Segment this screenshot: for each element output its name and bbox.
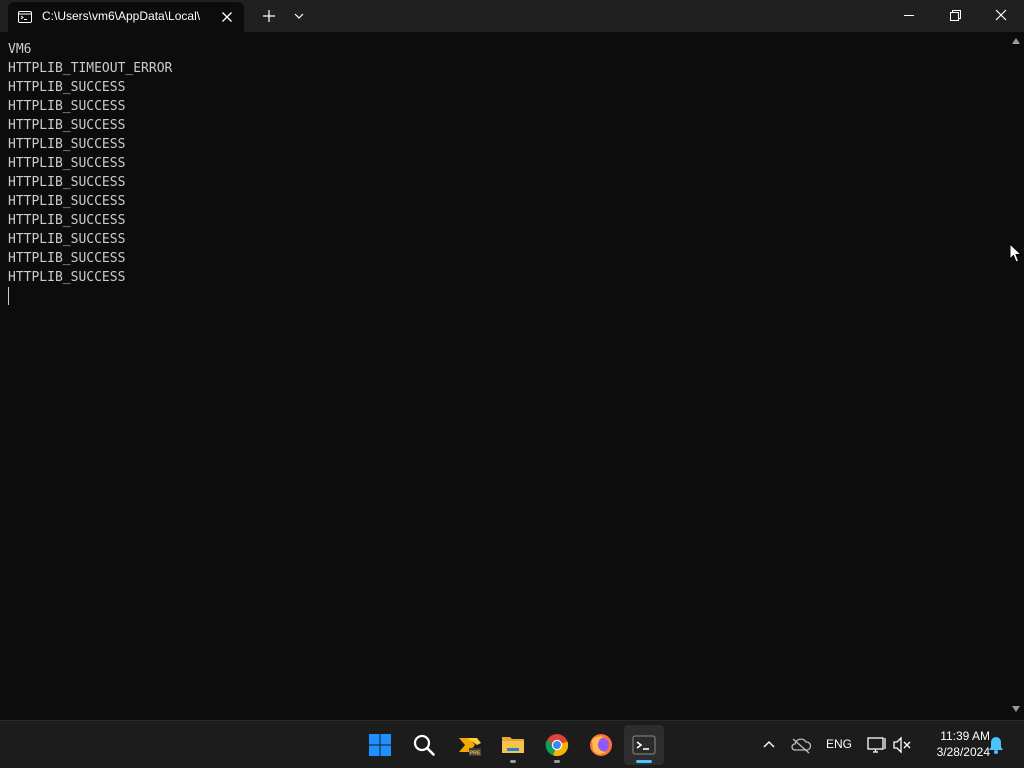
running-indicator xyxy=(510,760,516,763)
file-explorer-app[interactable] xyxy=(493,725,533,765)
active-indicator xyxy=(636,760,652,763)
terminal-tab-icon xyxy=(18,11,32,23)
search-button[interactable] xyxy=(404,725,444,765)
terminal-app[interactable] xyxy=(624,725,664,765)
output-line: HTTPLIB_TIMEOUT_ERROR xyxy=(8,61,173,76)
windows-logo-icon xyxy=(369,734,391,756)
output-line: HTTPLIB_SUCCESS xyxy=(8,156,126,171)
chevron-up-icon[interactable] xyxy=(760,735,778,755)
minimize-button[interactable] xyxy=(886,0,932,32)
power-automate-icon: PRE xyxy=(459,738,481,757)
chrome-icon xyxy=(545,734,569,757)
start-button[interactable] xyxy=(360,725,400,765)
language-indicator[interactable]: ENG xyxy=(826,737,852,751)
clock[interactable]: 11:39 AM 3/28/2024 xyxy=(918,728,990,760)
folder-icon xyxy=(502,737,524,753)
terminal-tab[interactable]: C:\Users\vm6\AppData\Local\ xyxy=(8,2,244,32)
output-line: HTTPLIB_SUCCESS xyxy=(8,175,126,190)
firefox-icon xyxy=(590,734,612,756)
close-tab-icon[interactable] xyxy=(218,8,236,26)
terminal-output[interactable]: VM6 HTTPLIB_TIMEOUT_ERROR HTTPLIB_SUCCES… xyxy=(0,32,1008,720)
power-automate-app[interactable]: PRE xyxy=(449,725,489,765)
cloud-offline-icon[interactable] xyxy=(790,735,812,755)
vertical-scrollbar[interactable] xyxy=(1008,32,1024,720)
output-line: HTTPLIB_SUCCESS xyxy=(8,194,126,209)
output-line: HTTPLIB_SUCCESS xyxy=(8,213,126,228)
search-icon xyxy=(413,734,435,756)
output-line: HTTPLIB_SUCCESS xyxy=(8,99,126,114)
chevron-down-icon[interactable] xyxy=(289,5,309,27)
output-line: HTTPLIB_SUCCESS xyxy=(8,137,126,152)
new-tab-icon[interactable] xyxy=(258,5,280,27)
output-lines: VM6 HTTPLIB_TIMEOUT_ERROR HTTPLIB_SUCCES… xyxy=(8,40,172,287)
scroll-down-arrow-icon[interactable] xyxy=(1011,704,1021,714)
output-line: VM6 xyxy=(8,42,32,57)
output-line: HTTPLIB_SUCCESS xyxy=(8,80,126,95)
terminal-icon xyxy=(632,735,656,755)
mouse-pointer-icon xyxy=(1009,243,1023,263)
chrome-app[interactable] xyxy=(537,725,577,765)
restore-button[interactable] xyxy=(932,0,978,32)
taskbar: PRE ENG 11:39 AM 3/28/2024 xyxy=(0,720,1024,768)
output-line: HTTPLIB_SUCCESS xyxy=(8,270,126,285)
network-icon[interactable] xyxy=(866,735,888,755)
tab-title: C:\Users\vm6\AppData\Local\ xyxy=(42,9,201,23)
svg-text:PRE: PRE xyxy=(469,751,481,757)
output-line: HTTPLIB_SUCCESS xyxy=(8,118,126,133)
clock-time: 11:39 AM xyxy=(940,729,990,743)
volume-muted-icon[interactable] xyxy=(892,735,912,755)
title-bar: C:\Users\vm6\AppData\Local\ xyxy=(0,0,1024,32)
output-line: HTTPLIB_SUCCESS xyxy=(8,251,126,266)
running-indicator xyxy=(554,760,560,763)
close-window-button[interactable] xyxy=(978,0,1024,32)
scroll-up-arrow-icon[interactable] xyxy=(1011,36,1021,46)
firefox-app[interactable] xyxy=(581,725,621,765)
output-line: HTTPLIB_SUCCESS xyxy=(8,232,126,247)
notification-bell-icon[interactable] xyxy=(987,735,1005,755)
text-cursor xyxy=(8,287,9,305)
clock-date: 3/28/2024 xyxy=(936,745,990,759)
